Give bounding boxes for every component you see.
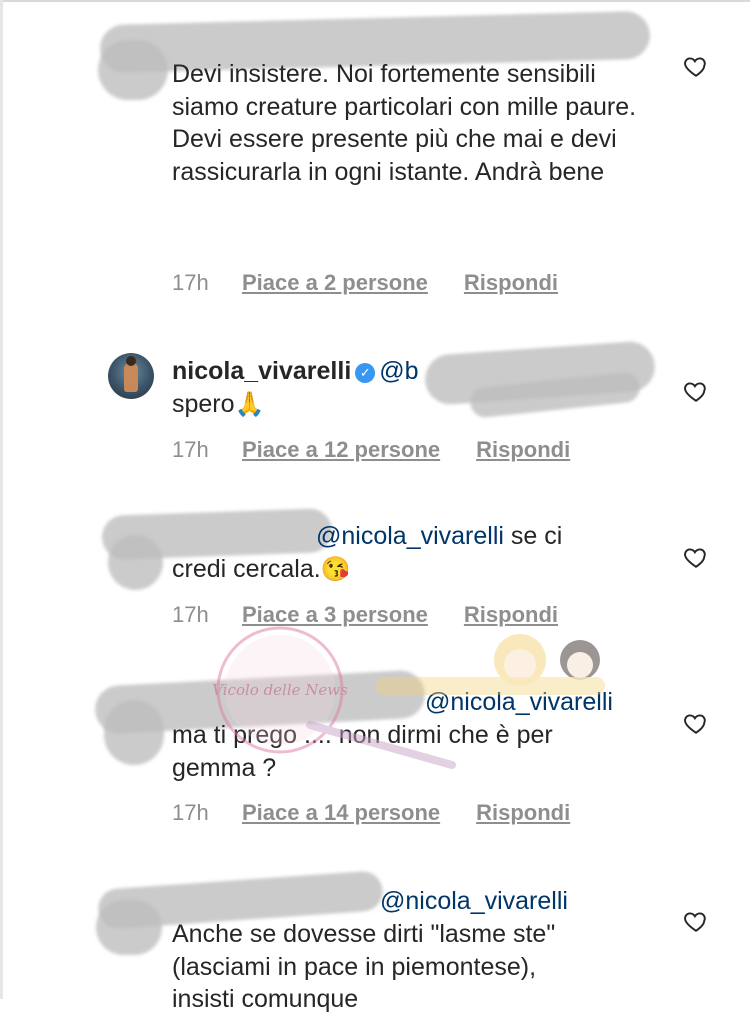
comment-body: @nicola_vivarelli <box>380 885 650 918</box>
reply-button[interactable]: Rispondi <box>464 270 558 296</box>
kiss-emoji: 😘 <box>320 556 351 583</box>
likes-link[interactable]: Piace a 2 persone <box>242 270 428 296</box>
heart-icon[interactable] <box>683 378 709 404</box>
reply-button[interactable]: Rispondi <box>476 800 570 826</box>
heart-icon[interactable] <box>683 710 709 736</box>
comment-time: 17h <box>172 602 209 627</box>
comment-time: 17h <box>172 800 209 825</box>
heart-icon[interactable] <box>683 908 709 934</box>
redacted-avatar-scribble <box>104 700 164 765</box>
redacted-avatar-scribble <box>96 900 162 955</box>
redacted-avatar-scribble <box>98 40 168 100</box>
comment-text: Devi insistere. Noi fortemente sensibili… <box>172 60 637 186</box>
redacted-avatar-scribble <box>108 535 163 590</box>
heart-icon[interactable] <box>683 544 709 570</box>
comment-text-line1: se ci <box>503 522 563 550</box>
comment-text: ma ti prego .... non dirmi che è per gem… <box>172 721 553 782</box>
comment-meta: 17h Piace a 12 persone Rispondi <box>172 437 570 463</box>
comment-mention[interactable]: @b <box>379 357 418 385</box>
comment-text: Anche se dovesse dirti "lasme ste" (lasc… <box>172 920 556 1013</box>
heart-icon[interactable] <box>683 53 709 79</box>
left-border <box>0 0 3 999</box>
comment-text-line2-wrap: credi cercala.😘 <box>172 553 642 587</box>
reply-button[interactable]: Rispondi <box>464 602 558 628</box>
likes-link[interactable]: Piace a 3 persone <box>242 602 428 628</box>
praying-hands-emoji: 🙏 <box>234 390 265 418</box>
comment-meta: 17h Piace a 3 persone Rispondi <box>172 602 558 628</box>
top-border <box>0 0 750 2</box>
comment-time: 17h <box>172 270 209 295</box>
comment-mention[interactable]: @nicola_vivarelli <box>380 887 568 915</box>
avatar[interactable] <box>108 353 154 399</box>
comment-mention[interactable]: @nicola_vivarelli <box>425 688 613 716</box>
comment-text: spero <box>172 389 235 418</box>
comment-body: @nicola_vivarelli se ci <box>316 520 646 553</box>
likes-link[interactable]: Piace a 14 persone <box>242 800 440 826</box>
comment-meta: 17h Piace a 2 persone Rispondi <box>172 270 558 296</box>
comment-mention[interactable]: @nicola_vivarelli <box>316 522 504 550</box>
comment-meta: 17h Piace a 14 persone Rispondi <box>172 800 570 826</box>
comment-text-line2: credi cercala. <box>172 555 321 583</box>
comment-time: 17h <box>172 437 209 462</box>
likes-link[interactable]: Piace a 12 persone <box>242 437 440 463</box>
verified-badge-icon: ✓ <box>355 363 376 383</box>
comment-username[interactable]: nicola_vivarelli <box>172 357 351 385</box>
reply-button[interactable]: Rispondi <box>476 437 570 463</box>
comment-body: @nicola_vivarelli <box>425 686 655 719</box>
